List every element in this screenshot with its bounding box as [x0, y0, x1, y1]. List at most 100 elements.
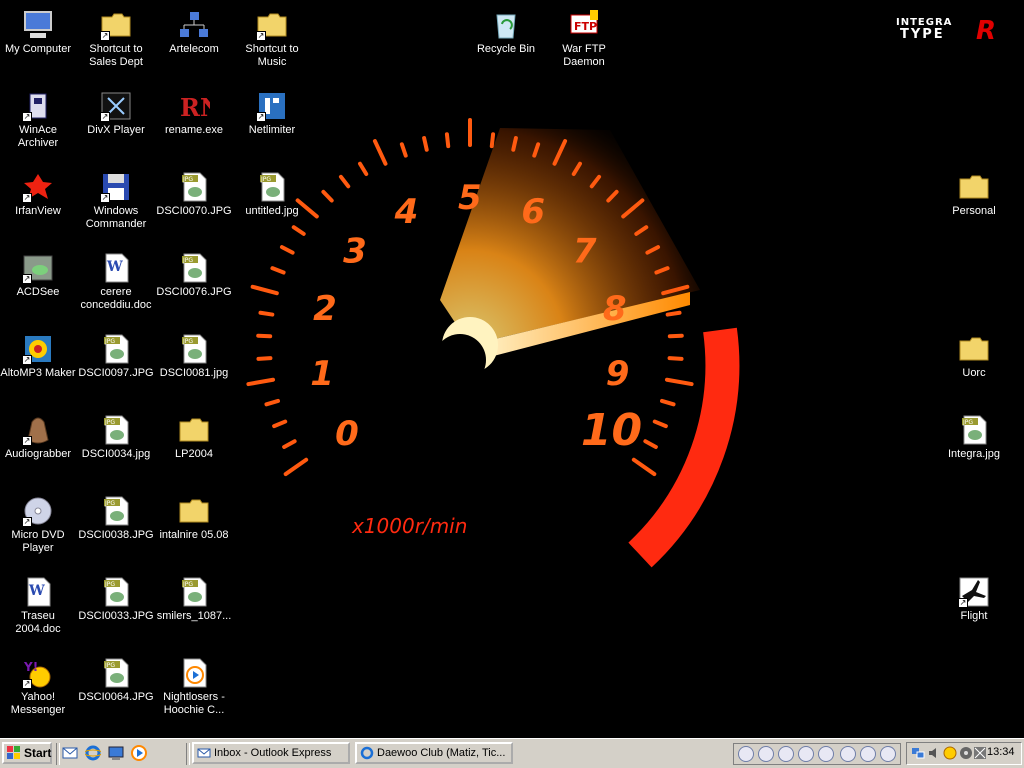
desktop-icon-label: Integra.jpg — [948, 448, 1000, 460]
desktop-icon[interactable]: ↗ WinAce Archiver — [0, 86, 76, 150]
antivirus-icon[interactable] — [973, 746, 987, 760]
desktop-icon[interactable]: My Computer — [0, 5, 76, 56]
desktop-icon-label: DSCI0033.JPG — [78, 610, 154, 622]
desktop-icon[interactable]: JPG smilers_1087... — [156, 572, 232, 623]
shortcut-arrow-icon: ↗ — [256, 31, 266, 41]
gauge-tick — [643, 439, 658, 449]
previous-button[interactable] — [798, 746, 814, 762]
desktop-icon-label: WinAce Archiver — [17, 124, 59, 149]
clock: 13:34 — [987, 746, 1015, 758]
jpg-file-icon: JPG — [178, 171, 210, 203]
shortcut-arrow-icon: ↗ — [256, 112, 266, 122]
gauge-tick — [372, 139, 388, 166]
gauge-tick — [664, 377, 694, 387]
system-tray: 13:34 — [906, 742, 1022, 765]
shortcut-arrow-icon: ↗ — [22, 193, 32, 203]
desktop-icon[interactable]: ↗ AltoMP3 Maker — [0, 329, 76, 380]
restore-player-button[interactable] — [880, 746, 896, 762]
desktop-icon[interactable]: JPG untitled.jpg — [234, 167, 310, 218]
gauge-number: 10 — [581, 405, 642, 456]
media-icon[interactable] — [959, 746, 973, 760]
desktop-icon[interactable]: ↗ ACDSee — [0, 248, 76, 299]
next-button[interactable] — [818, 746, 834, 762]
yahoo-icon: Y! ↗ — [22, 657, 54, 689]
desktop-icon[interactable]: JPG DSCI0081.jpg — [156, 329, 232, 380]
desktop-icon-label: Netlimiter — [248, 124, 296, 136]
svg-text:JPG: JPG — [182, 581, 193, 588]
yahoo-icon[interactable] — [943, 746, 957, 760]
desktop-icon-label: DSCI0038.JPG — [78, 529, 154, 541]
task-outlook-inbox[interactable]: Inbox - Outlook Express — [192, 742, 350, 764]
desktop-icon-label: Shortcut to Music — [245, 43, 299, 68]
desktop-icon[interactable]: Y! ↗ Yahoo! Messenger — [0, 653, 76, 717]
desktop-icon[interactable]: FTP War FTP Daemon — [546, 5, 622, 69]
gauge-unit: x1000r/min — [351, 514, 467, 538]
desktop-icon[interactable]: Uorc — [936, 329, 1012, 380]
desktop-icon[interactable]: Artelecom — [156, 5, 232, 56]
desktop-icon[interactable]: JPG DSCI0033.JPG — [78, 572, 154, 623]
volume-button[interactable] — [860, 746, 876, 762]
desktop-icon[interactable]: Nightlosers - Hoochie C... — [156, 653, 232, 717]
start-button[interactable]: Start — [2, 742, 52, 764]
desktop-icon[interactable]: JPG DSCI0097.JPG — [78, 329, 154, 380]
acdsee-icon: ↗ — [22, 252, 54, 284]
network-icon[interactable] — [911, 746, 925, 760]
desktop-icon[interactable]: LP2004 — [156, 410, 232, 461]
outlook-express-icon[interactable] — [62, 745, 78, 761]
desktop-icon[interactable]: Personal — [936, 167, 1012, 218]
desktop-icon[interactable]: ↗ IrfanView — [0, 167, 76, 218]
svg-text:JPG: JPG — [104, 500, 115, 507]
desktop-icon[interactable]: ↗ Windows Commander — [78, 167, 154, 231]
desktop-icon-label: Artelecom — [169, 43, 219, 55]
gauge-number: 2 — [313, 289, 337, 329]
gauge-tick — [256, 356, 273, 361]
svg-text:JPG: JPG — [104, 662, 115, 669]
desktop-icon[interactable]: ↗ DivX Player — [78, 86, 154, 137]
desktop-icon[interactable]: ↗ Netlimiter — [234, 86, 310, 137]
word-doc-icon: W — [22, 576, 54, 608]
ftp-icon: FTP — [568, 9, 600, 41]
desktop-icon[interactable]: intalnire 05.08 — [156, 491, 232, 542]
taskbar-separator — [186, 743, 190, 765]
media-menu-button[interactable] — [738, 746, 754, 762]
desktop-icon[interactable]: JPG DSCI0070.JPG — [156, 167, 232, 218]
desktop-icon[interactable]: ↗ Shortcut to Sales Dept — [78, 5, 154, 69]
desktop-icon[interactable]: JPG Integra.jpg — [936, 410, 1012, 461]
desktop-icon[interactable]: ↗ Audiograbber — [0, 410, 76, 461]
desktop-icon[interactable]: JPG DSCI0034.jpg — [78, 410, 154, 461]
desktop-icon[interactable]: Recycle Bin — [468, 5, 544, 56]
desktop-icon[interactable]: JPG DSCI0038.JPG — [78, 491, 154, 542]
taskbar-separator — [56, 743, 60, 765]
desktop-icon[interactable]: JPG DSCI0076.JPG — [156, 248, 232, 299]
internet-explorer-icon[interactable] — [85, 745, 101, 761]
desktop-icon[interactable]: RN rename.exe — [156, 86, 232, 137]
desktop-icon-label: Windows Commander — [85, 205, 147, 230]
desktop-icon[interactable]: ↗ Micro DVD Player — [0, 491, 76, 555]
desktop-icon[interactable]: W Traseu 2004.doc — [0, 572, 76, 636]
desktop-icon-label: DivX Player — [87, 124, 145, 136]
mute-button[interactable] — [840, 746, 856, 762]
media-player-toolbar — [733, 743, 901, 765]
stop-button[interactable] — [778, 746, 794, 762]
desktop-icon[interactable]: ↗ Shortcut to Music — [234, 5, 310, 69]
irfanview-icon: ↗ — [22, 171, 54, 203]
gauge-tick — [250, 284, 279, 296]
archiver-icon: ↗ — [22, 90, 54, 122]
gauge-tick — [272, 419, 288, 429]
desktop-icon[interactable]: ↗ Flight — [936, 572, 1012, 623]
gauge-number: 5 — [458, 178, 482, 218]
show-desktop-icon[interactable] — [108, 745, 124, 761]
media-player-icon[interactable] — [131, 745, 147, 761]
start-label: Start — [24, 746, 52, 760]
windows-logo-icon — [7, 746, 20, 759]
volume-icon[interactable] — [927, 746, 941, 760]
gauge-number: 4 — [394, 192, 419, 232]
task-daewoo-club[interactable]: Daewoo Club (Matiz, Tic... — [355, 742, 513, 764]
jpg-file-icon: JPG — [178, 576, 210, 608]
desktop-icon[interactable]: JPG DSCI0064.JPG — [78, 653, 154, 704]
desktop-icon[interactable]: Wcerere conceddiu.doc — [78, 248, 154, 312]
play-button[interactable] — [758, 746, 774, 762]
shortcut-arrow-icon: ↗ — [100, 193, 110, 203]
svg-text:JPG: JPG — [104, 419, 115, 426]
media-file-icon — [178, 657, 210, 689]
